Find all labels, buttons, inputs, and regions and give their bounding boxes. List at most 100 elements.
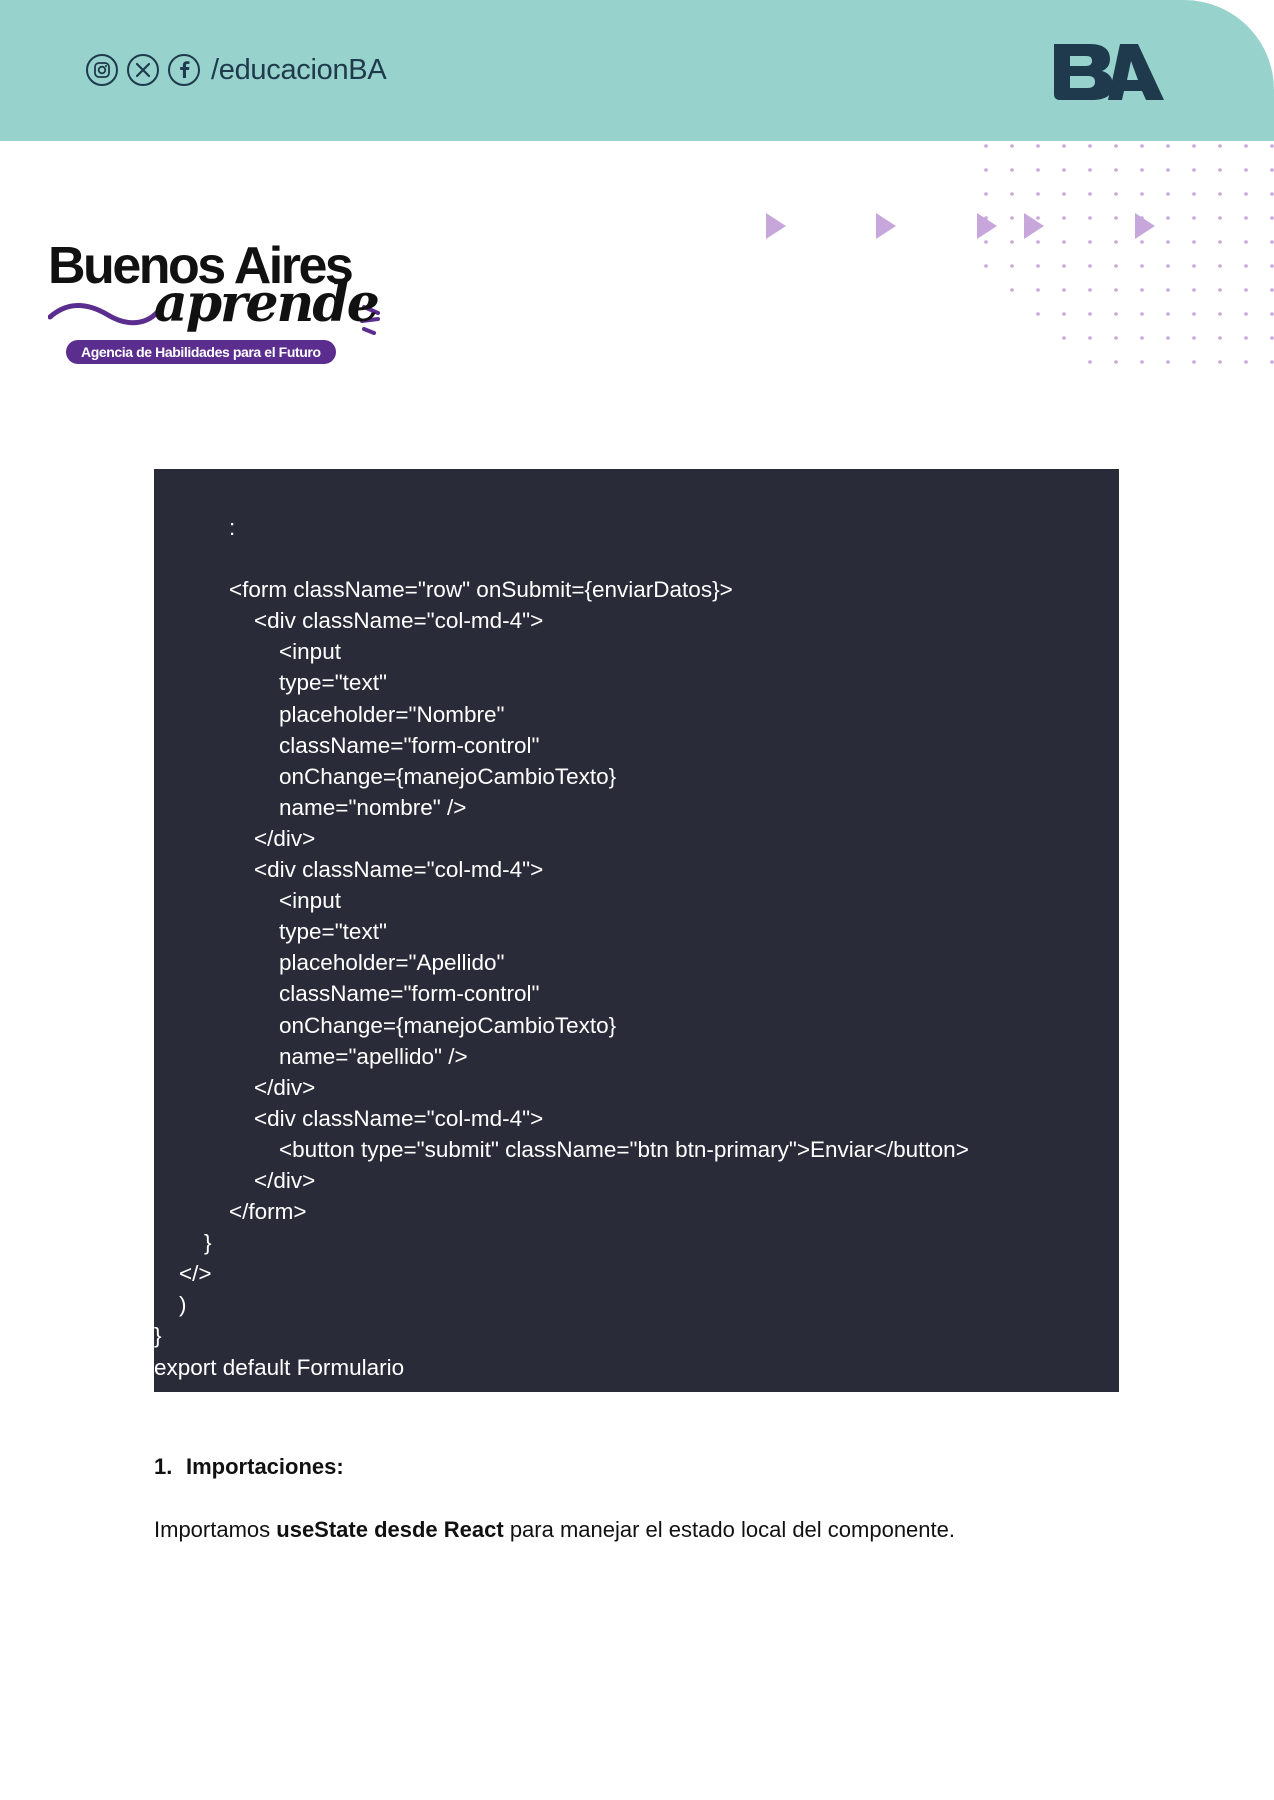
decor-dot [1166,168,1170,172]
code-block: : <form className="row" onSubmit={enviar… [154,469,1119,1392]
decor-dot [1088,312,1092,316]
code-line: </form> [154,1199,307,1225]
code-line: <div className="col-md-4"> [154,1105,544,1131]
decor-dot [1166,288,1170,292]
decor-dot [1192,192,1196,196]
decor-dot [1010,168,1014,172]
decor-dot [1192,288,1196,292]
decor-dot [1192,312,1196,316]
code-line: type="text" [154,919,387,945]
decor-dot [1062,312,1066,316]
decor-dot [1218,360,1222,364]
section-heading: 1. Importaciones: [154,1454,344,1480]
decor-dot [1114,312,1118,316]
decor-dot [1270,144,1274,148]
decor-dot [1270,240,1274,244]
decor-dot [1270,216,1274,220]
decor-dot [1270,168,1274,172]
decor-dot [1114,192,1118,196]
arrow-icon [977,213,997,239]
code-line: </> [154,1261,212,1287]
social-handle[interactable]: /educacionBA [211,54,387,87]
decor-dot [1192,144,1196,148]
code-line: type="text" [154,670,387,696]
decor-dot [1062,336,1066,340]
decor-dot [1166,144,1170,148]
decor-dot [1010,288,1014,292]
decor-dot [1140,312,1144,316]
decor-dot [1192,168,1196,172]
decor-dot [1166,312,1170,316]
code-line: onChange={manejoCambioTexto} [154,763,617,789]
decor-dot [1270,192,1274,196]
section-paragraph: Importamos useState desde React para man… [154,1517,955,1543]
arrow-icon [1135,213,1155,239]
buenos-aires-aprende-logo: Buenos Aires aprende Agencia de Habilida… [48,240,388,370]
instagram-icon[interactable] [86,54,118,86]
code-line: name="nombre" /> [154,794,467,820]
decor-dot [1218,168,1222,172]
facebook-icon[interactable] [168,54,200,86]
decor-dot [1114,288,1118,292]
decor-dot [1088,336,1092,340]
decor-dot [1088,264,1092,268]
paragraph-text: Importamos [154,1517,277,1542]
decor-dot [1036,144,1040,148]
social-links: /educacionBA [86,50,387,90]
decor-dot [1244,312,1248,316]
decor-dot [1244,264,1248,268]
decor-dot [1270,360,1274,364]
decor-dot [1088,168,1092,172]
decor-dot [1270,288,1274,292]
decor-dot [1062,168,1066,172]
decor-dot [1166,264,1170,268]
code-line: placeholder="Nombre" [154,701,505,727]
code-line: <div className="col-md-4"> [154,608,544,634]
decor-dot [1036,288,1040,292]
code-line: </div> [154,1167,316,1193]
decor-dot [1062,288,1066,292]
decor-dot [1166,192,1170,196]
decor-dot [984,168,988,172]
decor-dot [1114,336,1118,340]
decor-dot [1192,336,1196,340]
code-line: <input [154,639,341,665]
code-line: } [154,1230,212,1256]
decor-dot [1218,216,1222,220]
decor-dot [1244,192,1248,196]
decor-dot [1140,336,1144,340]
arrow-pattern [766,213,1155,239]
code-line: </div> [154,1074,316,1100]
decor-dot [1062,264,1066,268]
paragraph-text-end: para manejar el estado local del compone… [503,1517,955,1542]
decor-dot [1218,192,1222,196]
decor-dot [1114,264,1118,268]
decor-dot [1244,360,1248,364]
code-line: placeholder="Apellido" [154,950,505,976]
decor-dot [1010,192,1014,196]
code-line: <button type="submit" className="btn btn… [154,1136,969,1162]
decor-dot [1244,216,1248,220]
decor-dot [984,192,988,196]
paragraph-bold-text: useState desde React [276,1517,504,1542]
decor-dot [1140,264,1144,268]
decor-dot [1192,360,1196,364]
arrow-icon [1024,213,1044,239]
arrow-icon [876,213,896,239]
decor-dot [1244,168,1248,172]
decor-dot [1140,168,1144,172]
decor-dot [1244,336,1248,340]
code-line: className="form-control" [154,981,540,1007]
decor-dot [1088,288,1092,292]
dot-pattern [984,144,1274,364]
decor-dot [1166,360,1170,364]
decor-dot [1062,144,1066,148]
decor-dot [1218,312,1222,316]
code-line: : [154,515,236,540]
x-twitter-icon[interactable] [127,54,159,86]
decor-dot [984,264,988,268]
code-line: ) [154,1292,187,1318]
decor-dot [1088,192,1092,196]
decor-dot [1270,312,1274,316]
